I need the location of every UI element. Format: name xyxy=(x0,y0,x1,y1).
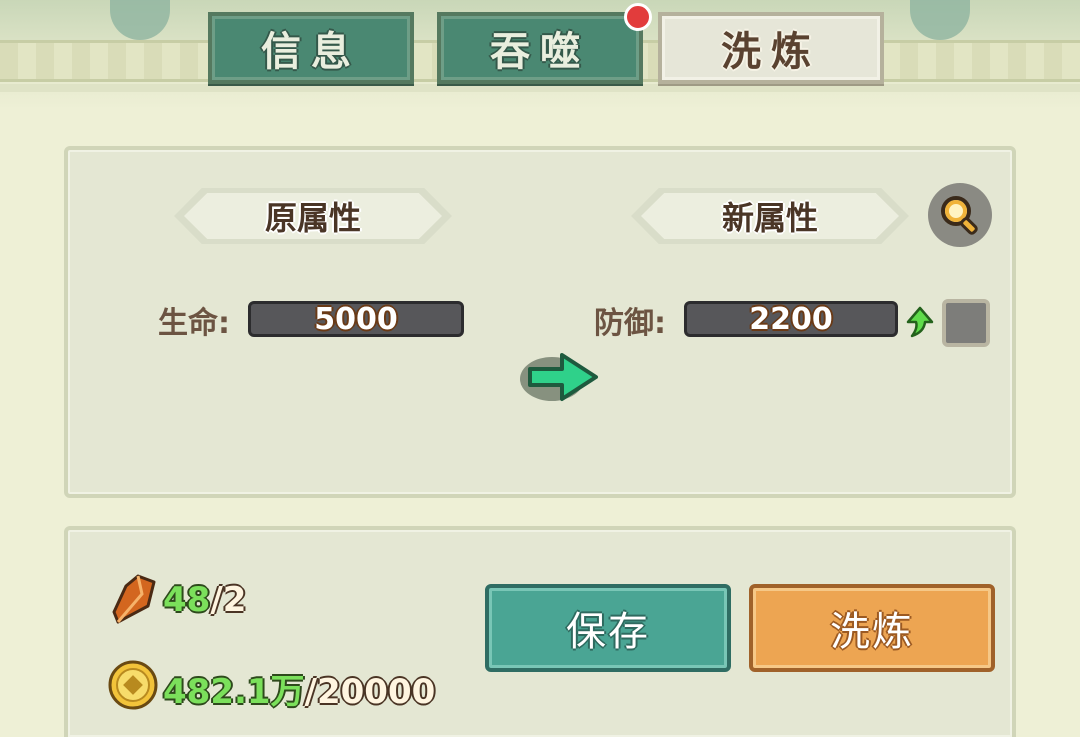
new-attr-label: 防御: xyxy=(594,306,666,341)
coin-amount: 482.1万/20000 xyxy=(163,664,435,713)
magnifier-icon xyxy=(941,196,978,235)
new-attr-banner: 新属性 xyxy=(631,188,909,244)
new-attr-value: 2200 xyxy=(749,301,833,337)
save-button[interactable]: 保存 xyxy=(485,584,731,672)
crystal-separator: / xyxy=(210,580,223,620)
pillar-decor-right xyxy=(910,0,970,40)
tab-refine[interactable]: 洗炼 xyxy=(658,12,884,84)
tab-devour-label: 吞噬 xyxy=(490,28,590,75)
coin-need: 20000 xyxy=(316,672,436,712)
pillar-decor-left xyxy=(110,0,170,40)
refine-button[interactable]: 洗炼 xyxy=(749,584,995,672)
original-attr-value: 5000 xyxy=(314,301,398,337)
crystal-need: 2 xyxy=(222,580,247,620)
save-button-label: 保存 xyxy=(566,609,650,655)
new-attr-header: 新属性 xyxy=(721,199,818,237)
lock-checkbox[interactable] xyxy=(942,299,990,347)
coin-icon xyxy=(108,660,158,710)
search-button[interactable] xyxy=(928,183,992,247)
new-attr-value-bar: 2200 xyxy=(684,301,898,337)
tab-devour[interactable]: 吞噬 xyxy=(437,12,643,84)
original-attr-value-bar: 5000 xyxy=(248,301,464,337)
original-attr-banner: 原属性 xyxy=(174,188,452,244)
original-attr-label: 生命: xyxy=(158,306,230,341)
tab-info-label: 信息 xyxy=(261,28,361,75)
tab-info[interactable]: 信息 xyxy=(208,12,414,84)
notification-dot xyxy=(624,3,652,31)
up-arrow-icon xyxy=(906,306,934,338)
crystal-have: 48 xyxy=(163,580,211,620)
crystal-icon xyxy=(112,574,156,624)
decorative-rail xyxy=(0,84,1080,92)
arrow-right-icon xyxy=(520,353,598,401)
crystal-amount: 48/2 xyxy=(163,580,246,620)
coin-have: 482.1万 xyxy=(163,672,305,712)
tab-refine-label: 洗炼 xyxy=(721,28,821,75)
original-attr-header: 原属性 xyxy=(264,199,361,237)
coin-separator: / xyxy=(304,672,317,712)
refine-button-label: 洗炼 xyxy=(830,609,914,655)
